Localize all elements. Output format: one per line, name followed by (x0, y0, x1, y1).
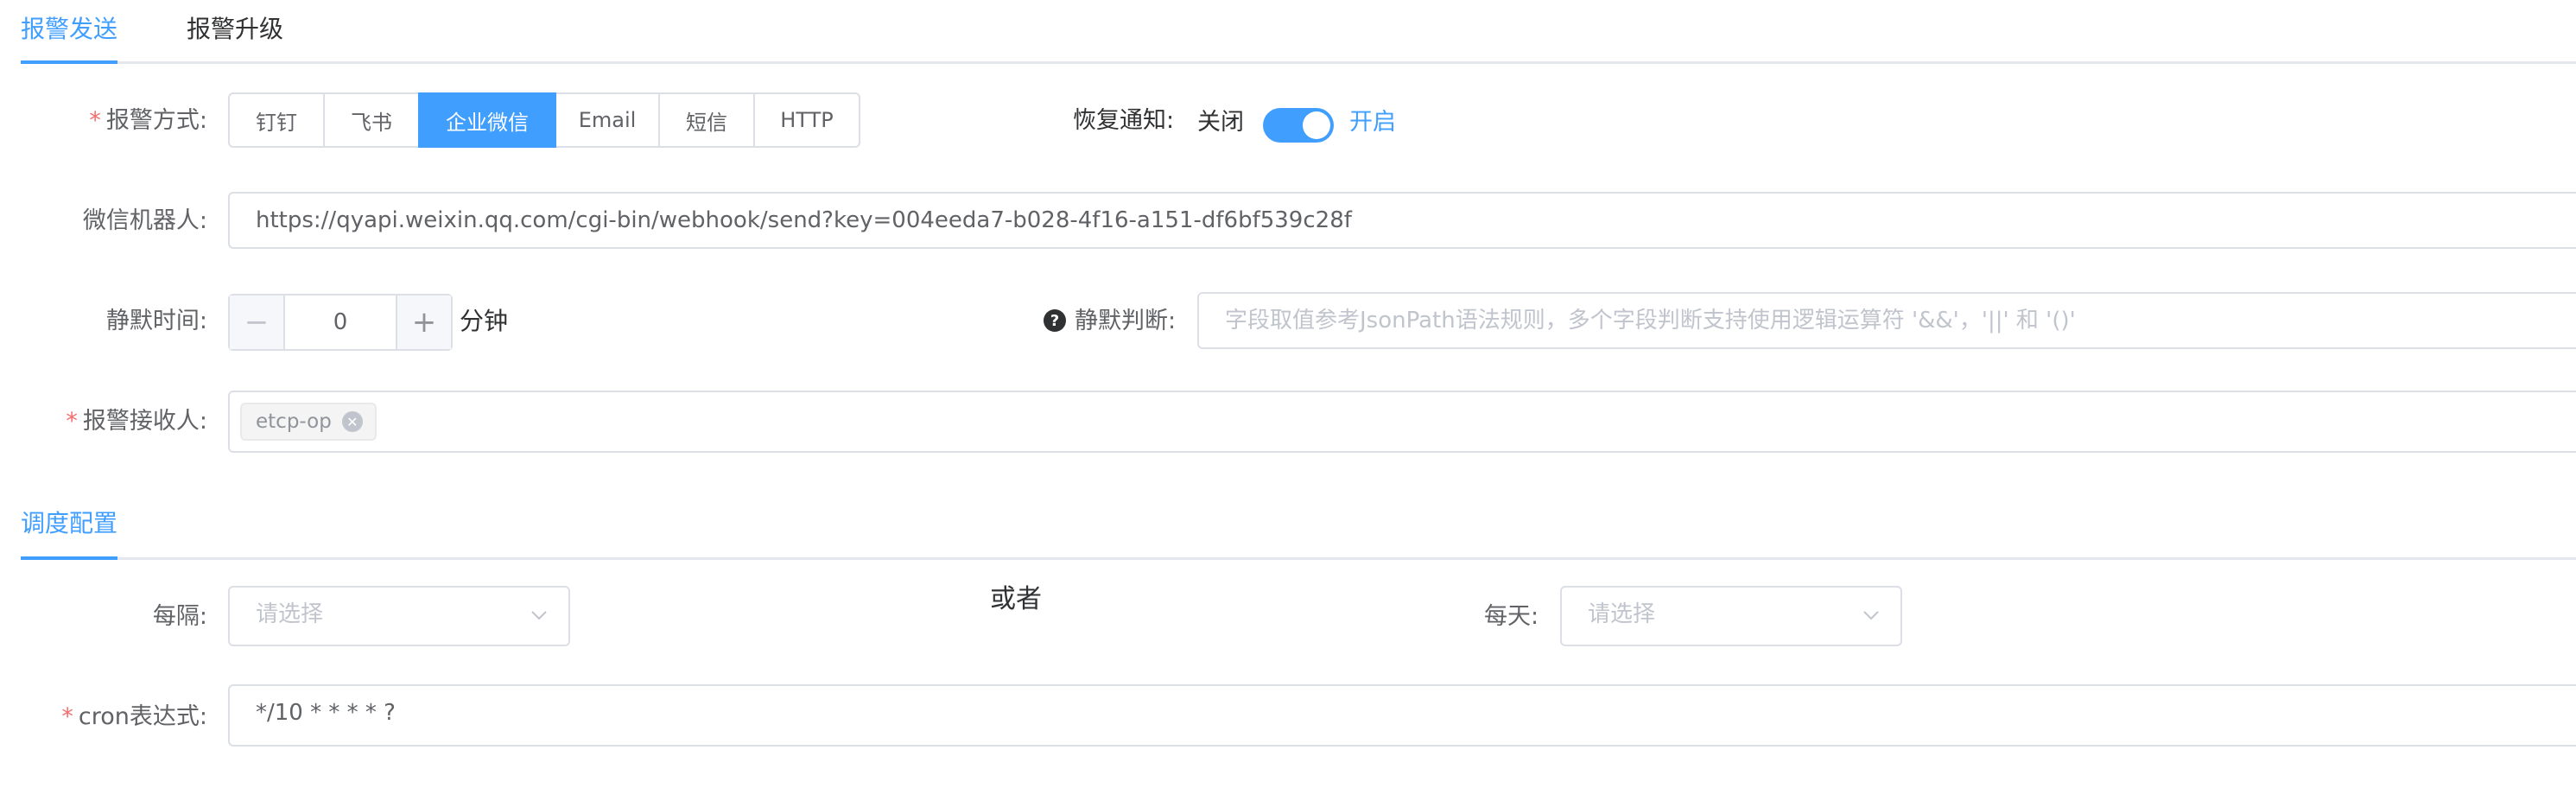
receivers-select[interactable] (228, 391, 2576, 453)
silence-judge-input[interactable]: 字段取值参考JsonPath语法规则，多个字段判断支持使用逻辑运算符 '&&'，… (1197, 292, 2576, 349)
silence-time-label: 静默时间: (105, 308, 207, 334)
cron-input[interactable]: */10 * * * * ? (228, 684, 2576, 747)
daily-select[interactable]: 请选择 (1560, 586, 1902, 646)
silence-time-stepper[interactable]: − 0 + (228, 294, 453, 351)
every-label: 每隔: (152, 603, 207, 630)
receivers-label: * 报警接收人: (66, 408, 207, 435)
chevron-down-icon (1863, 611, 1879, 620)
silence-time-value[interactable]: 0 (285, 296, 396, 349)
receiver-tag: etcp-op ✕ (240, 403, 377, 441)
recovery-on-text: 开启 (1349, 109, 1396, 136)
chevron-down-icon (531, 611, 547, 620)
alert-method-label: * 报警方式: (89, 107, 207, 134)
recovery-off-text: 关闭 (1197, 109, 1244, 136)
cron-label: * cron表达式: (61, 703, 207, 730)
every-select[interactable]: 请选择 (228, 586, 570, 646)
required-mark: * (61, 703, 73, 730)
recovery-switch[interactable] (1263, 108, 1334, 143)
required-mark: * (66, 408, 78, 435)
active-tab-indicator (21, 60, 117, 64)
method-wecom-button[interactable]: 企业微信 (418, 92, 556, 148)
alert-method-group: 钉钉 飞书 企业微信 Email 短信 HTTP (228, 92, 860, 148)
help-icon[interactable]: ? (1044, 309, 1066, 332)
daily-label: 每天: (1484, 603, 1539, 630)
switch-knob (1303, 111, 1330, 139)
tab-alert-escalation[interactable]: 报警升级 (187, 12, 283, 47)
webhook-input[interactable]: https://qyapi.weixin.qq.com/cgi-bin/webh… (228, 192, 2576, 249)
tab-alert-send[interactable]: 报警发送 (21, 12, 117, 47)
silence-judge-label: 静默判断: (1075, 308, 1177, 334)
alert-tabs: 报警发送 报警升级 (21, 0, 2576, 64)
active-tab-indicator (21, 556, 117, 560)
decrease-button[interactable]: − (230, 296, 285, 349)
receiver-tag-label: etcp-op (256, 410, 332, 433)
method-feishu-button[interactable]: 飞书 (323, 92, 420, 148)
or-text: 或者 (990, 584, 1042, 614)
tag-close-icon[interactable]: ✕ (341, 411, 363, 432)
method-sms-button[interactable]: 短信 (658, 92, 755, 148)
tab-schedule-config[interactable]: 调度配置 (21, 506, 117, 541)
increase-button[interactable]: + (396, 296, 451, 349)
method-http-button[interactable]: HTTP (753, 92, 860, 148)
method-dingtalk-button[interactable]: 钉钉 (228, 92, 325, 148)
schedule-tabs: 调度配置 (21, 496, 2576, 560)
required-mark: * (89, 107, 101, 134)
method-email-button[interactable]: Email (555, 92, 660, 148)
recovery-label: 恢复通知: (1073, 107, 1175, 134)
webhook-label: 微信机器人: (82, 207, 207, 234)
silence-time-unit: 分钟 (460, 307, 509, 335)
